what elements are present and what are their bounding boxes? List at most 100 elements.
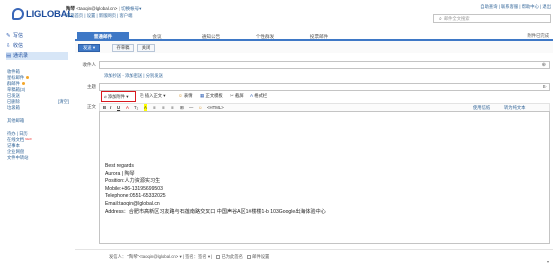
body-template-label: 正文模板 [205, 93, 223, 98]
sidebar-item-group-mail[interactable]: 群邮件 [7, 81, 25, 87]
search-placeholder: 邮件全文搜索 [443, 16, 470, 21]
scroll-down-icon[interactable]: ▾ [547, 259, 549, 264]
new-badge: NEW [25, 137, 32, 141]
insert-body-button[interactable]: ⎘ 插入正文 ▾ [140, 93, 165, 99]
sidebar-item-online-docs[interactable]: 在线文档NEW [7, 137, 32, 143]
emoji-label: 表情 [183, 93, 193, 98]
compose-label: 写信 [13, 33, 24, 39]
signature-select[interactable]: 签名：签名 [185, 254, 206, 259]
sidebar-item-inbox[interactable]: 收件箱 [7, 69, 20, 75]
body-template-button[interactable]: ▦ 正文模板 [200, 93, 223, 99]
screenshot-button[interactable]: ✂ 截屏 [230, 93, 244, 99]
send-button[interactable]: 发送 ▾ [78, 44, 100, 52]
to-field[interactable]: ⊕ [99, 61, 550, 69]
body-label: 正文 [87, 104, 96, 109]
inbox-icon: ⇩ [6, 43, 11, 49]
sidebar-item-deleted[interactable]: 已删除 [清空] [7, 99, 69, 105]
format-bar-button[interactable]: A 格式栏 [250, 93, 267, 99]
help-center-link[interactable]: 帮助中心 [522, 4, 539, 9]
sidebar-item-spam[interactable]: 垃圾箱 [7, 105, 20, 111]
underline-button[interactable]: U [117, 104, 120, 111]
tab-personal-mass[interactable]: 个性群发 [239, 32, 291, 41]
message-body-editor[interactable]: Best regards Aurora | 陶琴 Position:人力资源实习… [99, 111, 550, 244]
bold-button[interactable]: B [103, 104, 106, 111]
font-size-button[interactable]: T₂ [134, 104, 138, 111]
attachment-status: 附件已完成 [527, 33, 549, 38]
contact-support-link[interactable]: 联系客服 [501, 4, 518, 9]
to-label: 收件人 [82, 62, 97, 67]
template-icon: ▦ [200, 93, 205, 98]
html-mode-button[interactable]: <HTML> [207, 104, 224, 111]
new-webmail-link[interactable]: 新版网页 [99, 13, 116, 18]
settings-link[interactable]: 设置 [87, 13, 96, 18]
sidebar: ✎ 写信 ⇩ 收信 ▤ 通讯录 收件箱 星标邮件 群邮件 草稿箱(3) 已发送 已删除… [0, 30, 75, 277]
highlight-button[interactable]: A [144, 104, 147, 111]
add-contact-icon[interactable]: ⊕ [542, 62, 546, 68]
tab-announcement[interactable]: 通知公告 [185, 32, 237, 41]
sender-select[interactable]: "陶琴"<taoqin@lglobal.cn> [127, 254, 178, 259]
contacts-button[interactable]: ▤ 通讯录 [6, 52, 68, 60]
align-button[interactable]: ≡ [153, 104, 156, 111]
footer-options: 发信人： "陶琴"<taoqin@lglobal.cn> ▾ | 签名：签名 ▾… [109, 254, 270, 259]
stationery-link[interactable]: 使用信纸 [473, 104, 490, 111]
signature-line: Email:taoqin@lglobal.cn [105, 200, 160, 207]
close-button[interactable]: 关闭 [137, 44, 155, 52]
subject-format-options[interactable]: B· [543, 84, 547, 90]
send-label: 发送 [83, 45, 92, 50]
compose-button[interactable]: ✎ 写信 [6, 32, 68, 40]
add-bcc-link[interactable]: 添加密送 [125, 73, 142, 78]
signature-line: Telephone:0551-65332025 [105, 193, 166, 200]
format-bar-label: 格式栏 [254, 93, 268, 98]
self-service-link[interactable]: 自助查询 [480, 4, 497, 9]
sidebar-item-enterprise-drive[interactable]: 企业网盘 [7, 149, 24, 155]
logo[interactable]: LIGLOBAL [12, 8, 73, 21]
checkbox[interactable] [216, 255, 221, 259]
receive-button[interactable]: ⇩ 收信 [6, 42, 68, 50]
checkbox[interactable] [247, 255, 252, 259]
sidebar-item-drafts[interactable]: 草稿箱(3) [7, 87, 25, 93]
sidebar-item-sent[interactable]: 已发送 [7, 93, 20, 99]
sidebar-item-starred[interactable]: 星标邮件 [7, 75, 29, 81]
top-bar: LIGLOBAL 陶琴 <taoqin@lglobal.cn> | 切换帐号▾ … [0, 0, 553, 30]
unordered-list-button[interactable]: ≡ [171, 104, 174, 111]
sidebar-item-notepad[interactable]: 记事本 [7, 143, 20, 149]
option-label: 已为此签名 [221, 254, 243, 259]
empty-trash-link[interactable]: [清空] [58, 99, 69, 105]
plain-text-link[interactable]: 转为纯文本 [504, 104, 525, 111]
horizontal-rule-button[interactable]: — [189, 104, 193, 111]
sender-label: 发信人： [109, 254, 127, 259]
separate-send-link[interactable]: 分别发送 [146, 73, 163, 78]
font-color-button[interactable]: A [126, 104, 129, 111]
scissors-icon: ✂ [230, 93, 234, 98]
compose-footer: 发信人： "陶琴"<taoqin@lglobal.cn> ▾ | 签名：签名 ▾… [75, 249, 553, 262]
insert-body-label: 插入正文 [144, 93, 163, 98]
online-docs-label: 在线文档 [7, 137, 25, 142]
contacts-icon: ▤ [6, 53, 12, 59]
signature-line: Position:人力资源实习生 [105, 178, 161, 185]
add-attachment-button[interactable]: ⌀ 添加附件 ▾ [101, 91, 136, 102]
emoji-insert-button[interactable]: ☺ [198, 104, 202, 111]
subject-field[interactable]: B· [99, 83, 550, 91]
user-email: <taoqin@lglobal.cn> [76, 6, 118, 11]
tab-meeting[interactable]: 会议 [131, 32, 183, 41]
email-signature: Best regards Aurora | 陶琴 Position:人力资源实习… [105, 163, 326, 216]
italic-button[interactable]: I [110, 104, 111, 111]
insert-icon: ⎘ [140, 93, 144, 98]
save-draft-button[interactable]: 存草稿 [112, 44, 134, 52]
tab-normal-mail[interactable]: 普通邮件 [77, 32, 129, 41]
mailbox-home-link[interactable]: 邮箱首页 [66, 13, 83, 18]
sidebar-item-other-mailboxes[interactable]: 其他邮箱 [7, 118, 24, 124]
search-input[interactable]: ⌕ 邮件全文搜索 [433, 14, 551, 23]
ordered-list-button[interactable]: ≡ [162, 104, 165, 111]
logout-link[interactable]: 退出 [542, 4, 551, 9]
switch-account-link[interactable]: 切换帐号 [121, 6, 139, 11]
add-cc-link[interactable]: 添加抄送 [104, 73, 121, 78]
sidebar-item-file-transfer[interactable]: 文件中转站 [7, 155, 28, 161]
table-button[interactable]: ⊞ [180, 104, 184, 111]
emoji-button[interactable]: ☺ 表情 [178, 93, 193, 99]
client-link[interactable]: 客户端 [120, 13, 133, 18]
sidebar-item-todo-calendar[interactable]: 待办 | 日历 [7, 131, 28, 137]
screenshot-label: 截屏 [235, 93, 244, 98]
tab-vote-mail[interactable]: 投票邮件 [293, 32, 345, 41]
chevron-down-icon: ▾ [126, 94, 129, 99]
